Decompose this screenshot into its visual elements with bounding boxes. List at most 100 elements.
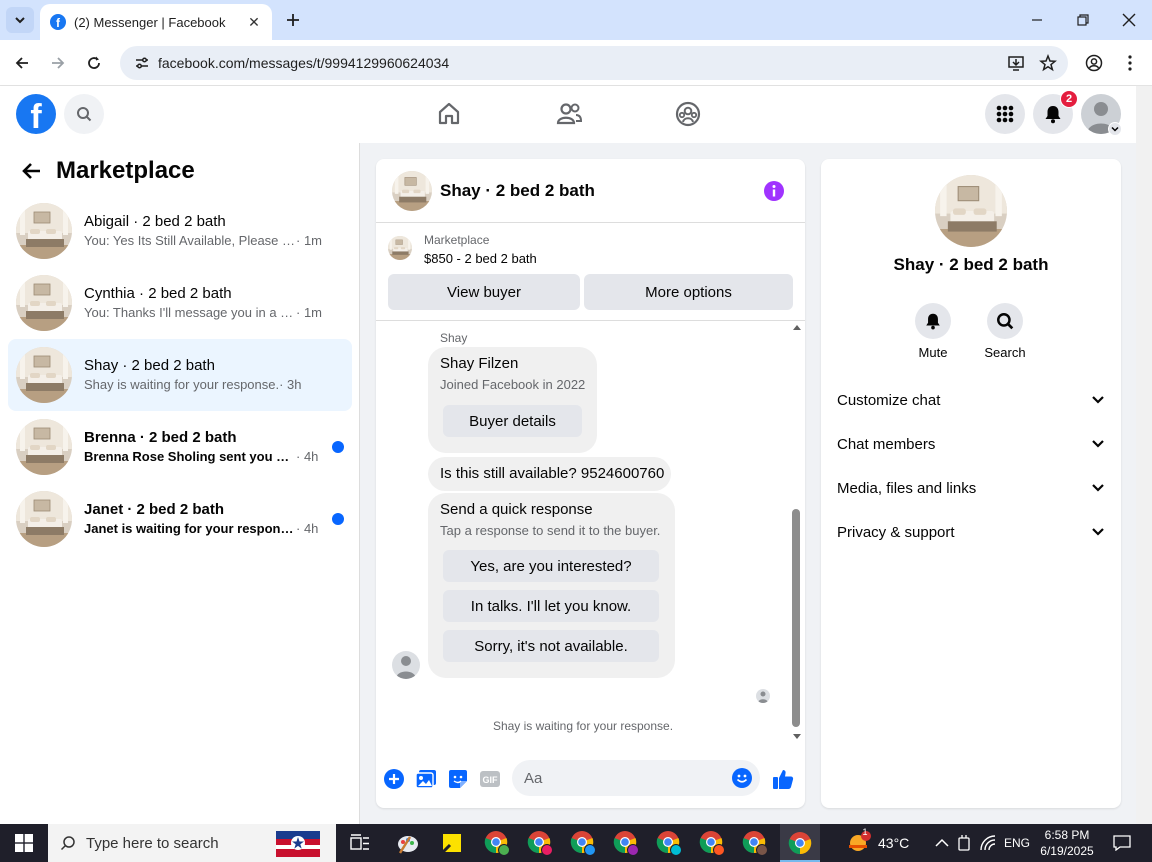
url-text[interactable]: facebook.com/messages/t/9994129960624034 [158,55,1004,71]
conversation-item[interactable]: Shay · 2 bed 2 bath Shay is waiting for y… [8,339,352,411]
taskbar-app-chrome-profile[interactable] [483,829,511,857]
quick-reply-not-available[interactable]: Sorry, it's not available. [443,630,659,662]
task-view-button[interactable] [346,829,374,857]
back-button[interactable] [10,51,34,75]
friends-nav-button[interactable] [554,99,584,129]
conversation-name: Shay · 2 bed 2 bath [84,357,215,374]
site-settings-icon[interactable] [130,51,154,75]
conversation-preview: You: Yes Its Still Available, Please Sen… [84,232,352,250]
mute-action[interactable]: Mute [903,303,963,360]
taskbar-search-box[interactable]: Type here to search [48,824,336,862]
details-section-row[interactable]: Media, files and links [829,466,1113,510]
details-section-row[interactable]: Chat members [829,422,1113,466]
thread-scrollbar[interactable] [790,321,805,751]
new-tab-button[interactable] [282,9,304,31]
start-button[interactable] [0,824,48,862]
minimize-button[interactable] [1025,8,1049,32]
attach-photo-button[interactable] [414,767,438,791]
browser-tab-messenger[interactable]: f (2) Messenger | Facebook ✕ [40,4,272,40]
facebook-logo-icon[interactable]: f [16,94,56,134]
chat-listing-avatar[interactable] [392,170,432,211]
friends-icon [556,103,583,125]
browser-menu-icon[interactable] [1118,51,1142,75]
conversation-name: Cynthia · 2 bed 2 bath [84,285,232,302]
close-window-button[interactable] [1117,8,1141,32]
conversation-item[interactable]: Cynthia · 2 bed 2 bath You: Thanks I'll m… [8,267,352,339]
scroll-down-arrow-icon[interactable] [792,733,802,741]
address-bar[interactable]: facebook.com/messages/t/9994129960624034 [120,46,1068,80]
arrow-right-icon [52,57,65,69]
back-arrow-button[interactable] [16,155,48,187]
temperature[interactable]: 43°C [878,824,909,862]
message-input[interactable] [524,769,724,787]
quick-reply-interested[interactable]: Yes, are you interested? [443,550,659,582]
details-section-row[interactable]: Privacy & support [829,510,1113,554]
page-scrollbar[interactable] [1136,86,1152,824]
network-icon[interactable] [975,829,1003,857]
account-menu-chevron-icon[interactable] [1108,122,1122,136]
listing-thumbnail[interactable] [388,236,412,260]
more-actions-button[interactable] [382,767,406,791]
conversation-item[interactable]: Brenna · 2 bed 2 bath Brenna Rose Sholing… [8,411,352,483]
chevron-down-icon [1092,440,1104,448]
details-section-label: Customize chat [837,391,941,409]
bookmark-star-icon[interactable] [1036,51,1060,75]
search-action[interactable]: Search [975,303,1035,360]
groups-nav-button[interactable] [673,99,703,129]
taskbar-app-chrome-profile[interactable] [655,829,683,857]
install-app-icon[interactable] [1004,51,1028,75]
buyer-joined: Joined Facebook in 2022 [440,377,586,392]
sender-avatar[interactable] [392,651,420,679]
taskbar-app-chrome-profile[interactable] [612,829,640,857]
emoji-icon[interactable] [732,768,752,788]
tab-search-button[interactable] [6,7,34,33]
menu-grid-button[interactable] [985,94,1025,134]
search-in-chat-button[interactable] [987,303,1023,339]
scroll-up-arrow-icon[interactable] [792,323,802,331]
forward-button[interactable] [46,51,70,75]
conversation-text: Janet · 2 bed 2 bath Janet is waiting for… [84,500,332,538]
home-nav-button[interactable] [434,99,464,129]
buyer-details-button[interactable]: Buyer details [443,405,582,437]
taskbar-app-chrome-profile[interactable] [741,829,769,857]
conversation-text: Shay · 2 bed 2 bath Shay is waiting for y… [84,356,352,394]
more-options-button[interactable]: More options [584,274,793,310]
chat-title[interactable]: Shay · 2 bed 2 bath [440,181,763,201]
search-icon [60,836,75,851]
restore-button[interactable] [1071,8,1095,32]
conversation-item[interactable]: Janet · 2 bed 2 bath Janet is waiting for… [8,483,352,555]
notification-count-badge: 2 [1060,90,1078,108]
search-icon [77,107,92,122]
taskbar-app-chrome-profile[interactable] [698,829,726,857]
device-icon[interactable] [950,829,978,857]
details-section-row[interactable]: Customize chat [829,378,1113,422]
quick-reply-in-talks[interactable]: In talks. I'll let you know. [443,590,659,622]
restore-icon [1077,14,1089,26]
browser-profile-icon[interactable] [1082,51,1106,75]
tab-close-icon[interactable]: ✕ [244,12,264,32]
facebook-search-button[interactable] [64,94,104,134]
taskbar-app-paint[interactable] [394,829,422,857]
wifi-icon [980,835,996,851]
language-indicator[interactable]: ENG [1004,824,1030,862]
info-button[interactable] [763,180,785,202]
reload-button[interactable] [82,51,106,75]
taskbar-app-chrome-profile[interactable] [569,829,597,857]
gif-button[interactable]: GIF [478,767,502,791]
sticker-button[interactable] [446,767,470,791]
taskbar-app-chrome-active[interactable] [786,829,814,857]
scroll-thumb[interactable] [792,509,800,727]
unread-dot-icon [332,513,344,525]
message-input-wrapper[interactable] [512,760,760,796]
notification-center-button[interactable] [1108,829,1136,857]
quick-response-card: Send a quick response Tap a response to … [428,493,675,678]
conversation-time: · 3h [279,377,302,392]
taskbar-clock[interactable]: 6:58 PM 6/19/2025 [1034,827,1100,859]
send-like-button[interactable] [771,767,795,791]
weather-widget-icon[interactable]: 1 [843,827,873,857]
mute-button[interactable] [915,303,951,339]
taskbar-app-chrome-profile[interactable] [526,829,554,857]
conversation-item[interactable]: Abigail · 2 bed 2 bath You: Yes Its Still… [8,195,352,267]
view-buyer-button[interactable]: View buyer [388,274,580,310]
taskbar-app-sticky-notes[interactable] [438,829,466,857]
